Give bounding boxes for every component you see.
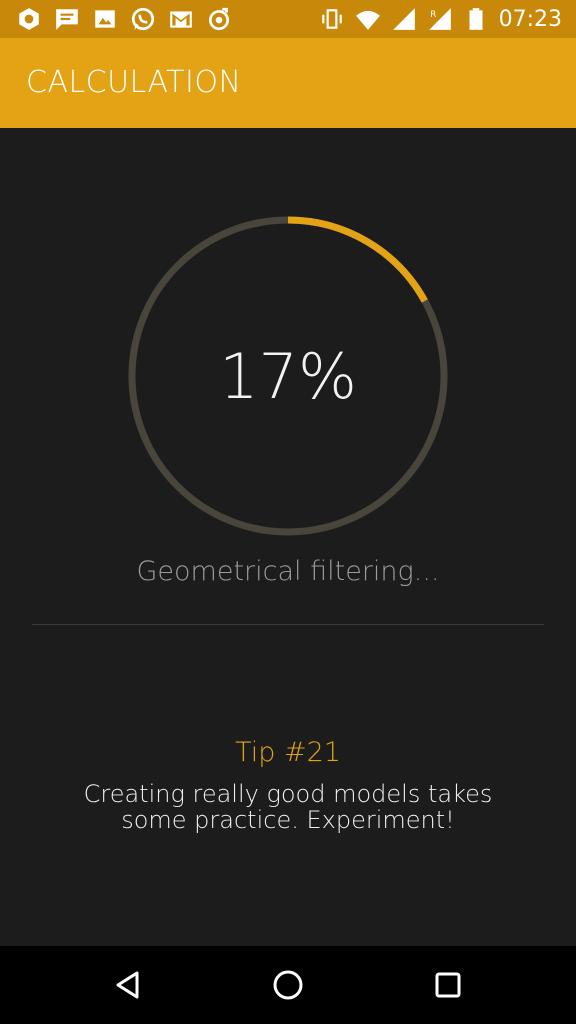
roaming-signal-icon: R — [428, 8, 451, 30]
message-icon — [56, 9, 78, 30]
back-icon — [116, 971, 139, 999]
vibrate-icon — [321, 9, 342, 29]
tip-text: Creating really good models takes some p… — [83, 780, 493, 834]
status-bar: R 07:23 — [0, 0, 576, 38]
progress-percent: 17% — [219, 339, 357, 413]
shield-icon — [19, 8, 39, 30]
home-icon — [273, 970, 303, 1000]
music-icon — [208, 7, 230, 31]
whatsapp-icon — [131, 7, 155, 31]
system-icons: R 07:23 — [319, 6, 562, 32]
wifi-icon — [355, 10, 380, 30]
page-title: CALCULATION — [26, 65, 242, 100]
clock: 07:23 — [498, 6, 562, 32]
recents-button[interactable] — [428, 965, 468, 1005]
back-button[interactable] — [108, 965, 148, 1005]
recents-icon — [435, 972, 461, 998]
svg-text:R: R — [430, 10, 436, 20]
signal-icon — [392, 8, 415, 30]
progress-ring: 17% — [127, 215, 449, 537]
status-text: Geometrical filtering... — [136, 556, 440, 587]
battery-icon — [469, 8, 483, 30]
home-button[interactable] — [268, 965, 308, 1005]
image-icon — [95, 10, 115, 28]
navigation-bar — [0, 946, 576, 1024]
app-bar: CALCULATION — [0, 38, 576, 128]
divider — [32, 624, 544, 625]
gmail-icon — [170, 11, 192, 28]
tip-title: Tip #21 — [235, 737, 341, 768]
notification-icons — [16, 6, 232, 32]
